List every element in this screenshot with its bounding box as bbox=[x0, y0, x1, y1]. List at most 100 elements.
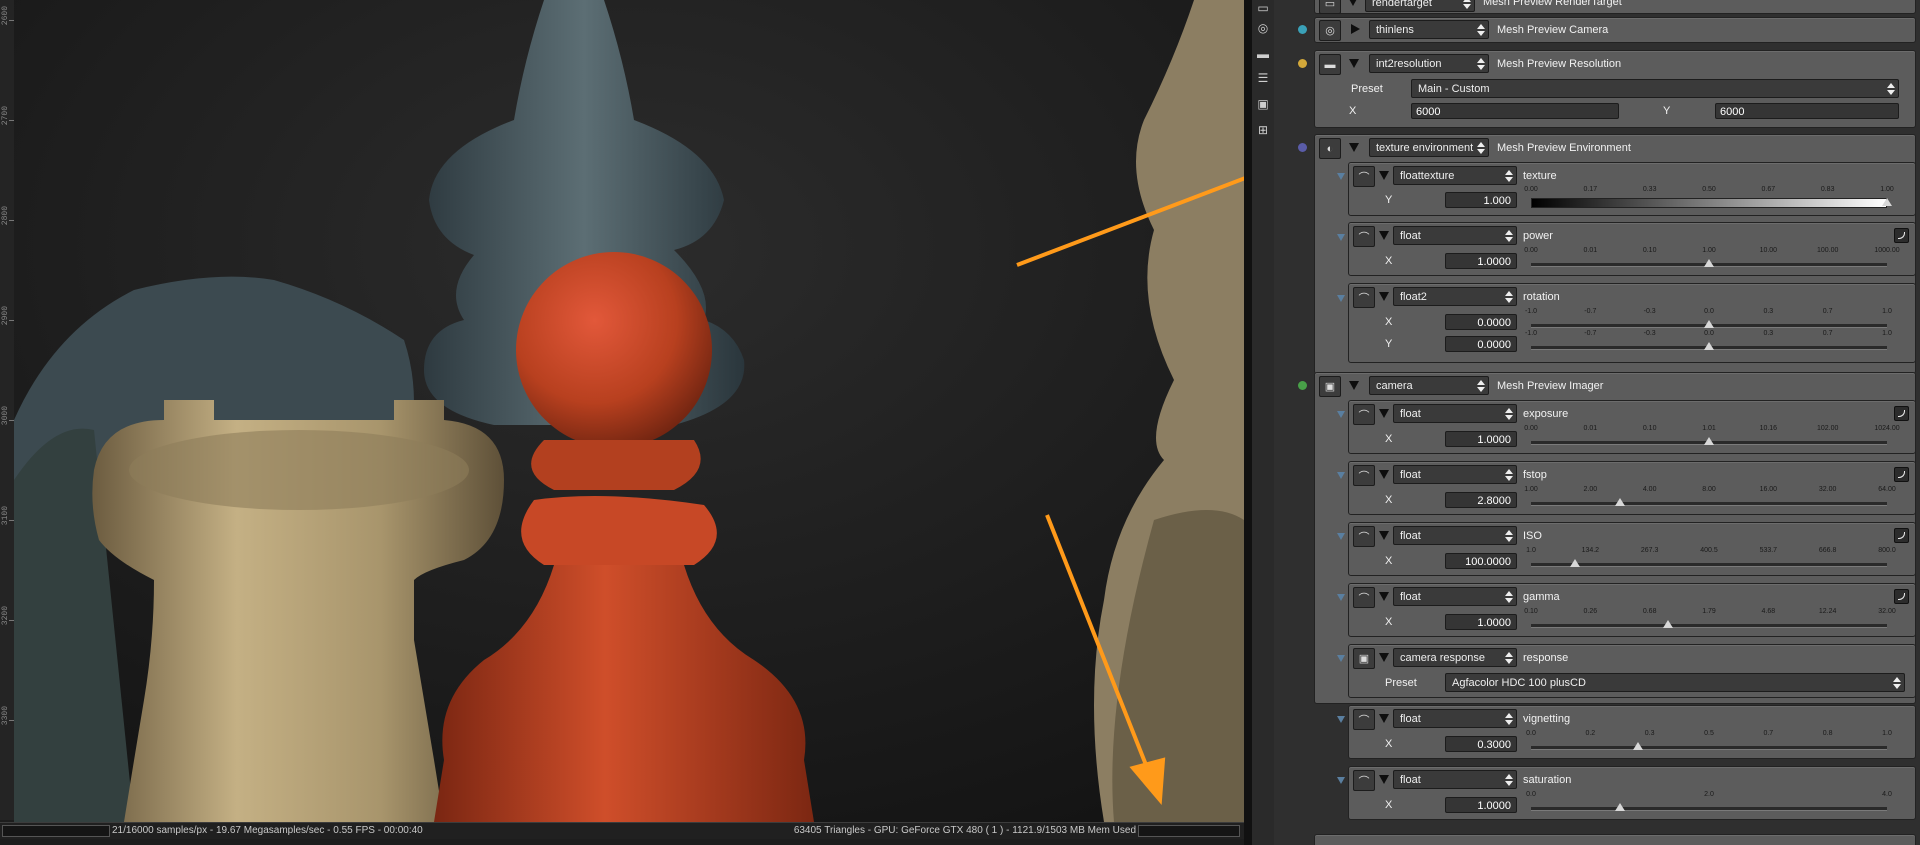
curve-icon[interactable] bbox=[1894, 467, 1909, 482]
slider-track[interactable] bbox=[1531, 807, 1887, 811]
slider-thumb[interactable] bbox=[1615, 803, 1625, 811]
resolution-x-input[interactable]: 6000 bbox=[1411, 103, 1619, 119]
pin-arrow-icon[interactable] bbox=[1337, 716, 1345, 723]
pin-arrow-icon[interactable] bbox=[1337, 472, 1345, 479]
power-slider[interactable]: 0.00 0.01 0.10 1.00 10.00 100.00 1000.00 bbox=[1524, 247, 1900, 271]
environment-icon[interactable]: ◐ bbox=[1319, 138, 1341, 159]
slider-track[interactable] bbox=[1531, 198, 1887, 208]
image-icon[interactable]: ▣ bbox=[1319, 376, 1341, 397]
pin-arrow-icon[interactable] bbox=[1337, 533, 1345, 540]
param-type-dropdown[interactable]: float bbox=[1393, 404, 1517, 423]
slider-thumb[interactable] bbox=[1663, 620, 1674, 628]
collapse-toggle[interactable] bbox=[1379, 171, 1389, 180]
slider-thumb[interactable] bbox=[1615, 498, 1625, 506]
node-type-dropdown[interactable]: rendertarget bbox=[1365, 0, 1475, 12]
float-icon[interactable]: ⌒ bbox=[1353, 226, 1375, 247]
slider-thumb[interactable] bbox=[1704, 437, 1714, 445]
fstop-value-input[interactable]: 2.8000 bbox=[1445, 492, 1517, 508]
collapse-toggle[interactable] bbox=[1379, 714, 1389, 723]
float-icon[interactable]: ⌒ bbox=[1353, 709, 1375, 730]
splitter[interactable] bbox=[1244, 0, 1252, 845]
fstop-slider[interactable]: 1.00 2.00 4.00 8.00 16.00 32.00 64.00 bbox=[1524, 486, 1896, 510]
rotation-y-input[interactable]: 0.0000 bbox=[1445, 336, 1517, 352]
float-icon[interactable]: ⌒ bbox=[1353, 404, 1375, 425]
collapse-toggle[interactable] bbox=[1379, 775, 1389, 784]
rendertarget-icon[interactable]: ▭ bbox=[1319, 0, 1341, 14]
expand-toggle[interactable] bbox=[1351, 24, 1360, 34]
response-preset-dropdown[interactable]: Agfacolor HDC 100 plusCD bbox=[1445, 673, 1905, 692]
gamma-slider[interactable]: 0.10 0.26 0.68 1.79 4.68 12.24 32.00 bbox=[1524, 608, 1896, 632]
resolution-y-input[interactable]: 6000 bbox=[1715, 103, 1899, 119]
collapse-toggle[interactable] bbox=[1379, 531, 1389, 540]
rotation-x-slider[interactable]: -1.0 -0.7 -0.3 0.0 0.3 0.7 1.0 bbox=[1525, 308, 1892, 332]
float-icon[interactable]: ⌒ bbox=[1353, 526, 1375, 547]
collapse-toggle[interactable] bbox=[1379, 231, 1389, 240]
image-icon[interactable]: ▣ bbox=[1353, 648, 1375, 669]
collapse-toggle[interactable] bbox=[1379, 592, 1389, 601]
pin-arrow-icon[interactable] bbox=[1337, 777, 1345, 784]
param-type-dropdown[interactable]: float bbox=[1393, 709, 1517, 728]
linear-icon[interactable] bbox=[1894, 528, 1909, 543]
saturation-slider[interactable]: 0.0 2.0 4.0 bbox=[1526, 791, 1892, 815]
rotation-y-slider[interactable]: -1.0 -0.7 -0.3 0.0 0.3 0.7 1.0 bbox=[1525, 330, 1892, 354]
connection-dot[interactable] bbox=[1298, 143, 1307, 152]
collapse-toggle[interactable] bbox=[1349, 381, 1359, 390]
slider-track[interactable] bbox=[1531, 502, 1887, 506]
curve-icon[interactable] bbox=[1894, 228, 1909, 243]
camera-icon[interactable]: ◎ bbox=[1255, 20, 1271, 36]
node-type-dropdown[interactable]: texture environment bbox=[1369, 138, 1489, 157]
pin-arrow-icon[interactable] bbox=[1337, 173, 1345, 180]
iso-value-input[interactable]: 100.0000 bbox=[1445, 553, 1517, 569]
exposure-value-input[interactable]: 1.0000 bbox=[1445, 431, 1517, 447]
collapse-toggle[interactable] bbox=[1349, 59, 1359, 68]
render-viewport[interactable]: 2600 2700 2800 2900 3000 3100 3200 3300 bbox=[0, 0, 1244, 845]
collapse-toggle[interactable] bbox=[1379, 409, 1389, 418]
slider-track[interactable] bbox=[1531, 563, 1887, 567]
resolution-icon[interactable]: ▬ bbox=[1255, 46, 1271, 62]
vignetting-slider[interactable]: 0.0 0.2 0.3 0.5 0.7 0.8 1.0 bbox=[1526, 730, 1892, 754]
connection-dot[interactable] bbox=[1298, 59, 1307, 68]
pin-arrow-icon[interactable] bbox=[1337, 411, 1345, 418]
connection-dot[interactable] bbox=[1298, 381, 1307, 390]
slider-thumb[interactable] bbox=[1704, 320, 1714, 328]
texture-value-input[interactable]: 1.000 bbox=[1445, 192, 1517, 208]
float-icon[interactable]: ⌒ bbox=[1353, 587, 1375, 608]
param-type-dropdown[interactable]: float bbox=[1393, 770, 1517, 789]
slider-thumb[interactable] bbox=[1704, 342, 1714, 350]
preset-dropdown[interactable]: Main - Custom bbox=[1411, 79, 1899, 98]
curve-icon[interactable] bbox=[1894, 406, 1909, 421]
param-type-dropdown[interactable]: float bbox=[1393, 526, 1517, 545]
slider-thumb[interactable] bbox=[1570, 559, 1581, 567]
resolution-icon[interactable]: ▬ bbox=[1319, 54, 1341, 75]
float2-icon[interactable]: ⌒ bbox=[1353, 287, 1375, 308]
slider-track[interactable] bbox=[1531, 624, 1887, 628]
collapse-toggle[interactable] bbox=[1379, 470, 1389, 479]
collapse-toggle[interactable] bbox=[1379, 653, 1389, 662]
slider-thumb[interactable] bbox=[1882, 198, 1892, 206]
slider-thumb[interactable] bbox=[1704, 259, 1714, 267]
float-icon[interactable]: ⌒ bbox=[1353, 770, 1375, 791]
param-type-dropdown[interactable]: float2 bbox=[1393, 287, 1517, 306]
gamma-value-input[interactable]: 1.0000 bbox=[1445, 614, 1517, 630]
rotation-x-input[interactable]: 0.0000 bbox=[1445, 314, 1517, 330]
node-type-dropdown[interactable]: thinlens bbox=[1369, 20, 1489, 39]
exposure-slider[interactable]: 0.00 0.01 0.10 1.01 10.16 102.00 1024.00 bbox=[1524, 425, 1900, 449]
param-type-dropdown[interactable]: floattexture bbox=[1393, 166, 1517, 185]
pin-arrow-icon[interactable] bbox=[1337, 594, 1345, 601]
database-icon[interactable]: ☰ bbox=[1255, 70, 1271, 86]
param-type-dropdown[interactable]: float bbox=[1393, 226, 1517, 245]
power-value-input[interactable]: 1.0000 bbox=[1445, 253, 1517, 269]
vignetting-value-input[interactable]: 0.3000 bbox=[1445, 736, 1517, 752]
param-type-dropdown[interactable]: camera response bbox=[1393, 648, 1517, 667]
param-type-dropdown[interactable]: float bbox=[1393, 587, 1517, 606]
float-icon[interactable]: ⌒ bbox=[1353, 465, 1375, 486]
collapse-toggle[interactable] bbox=[1349, 143, 1359, 152]
pin-arrow-icon[interactable] bbox=[1337, 655, 1345, 662]
pin-arrow-icon[interactable] bbox=[1337, 234, 1345, 241]
iso-slider[interactable]: 1.0 134.2 267.3 400.5 533.7 666.8 800.0 bbox=[1526, 547, 1896, 571]
film-icon[interactable]: ▭ bbox=[1255, 0, 1271, 16]
pin-arrow-icon[interactable] bbox=[1337, 295, 1345, 302]
texture-slider[interactable]: 0.00 0.17 0.33 0.50 0.67 0.83 1.00 bbox=[1524, 186, 1894, 210]
node-graph-icon[interactable]: ⊞ bbox=[1255, 122, 1271, 138]
node-type-dropdown[interactable]: int2resolution bbox=[1369, 54, 1489, 73]
